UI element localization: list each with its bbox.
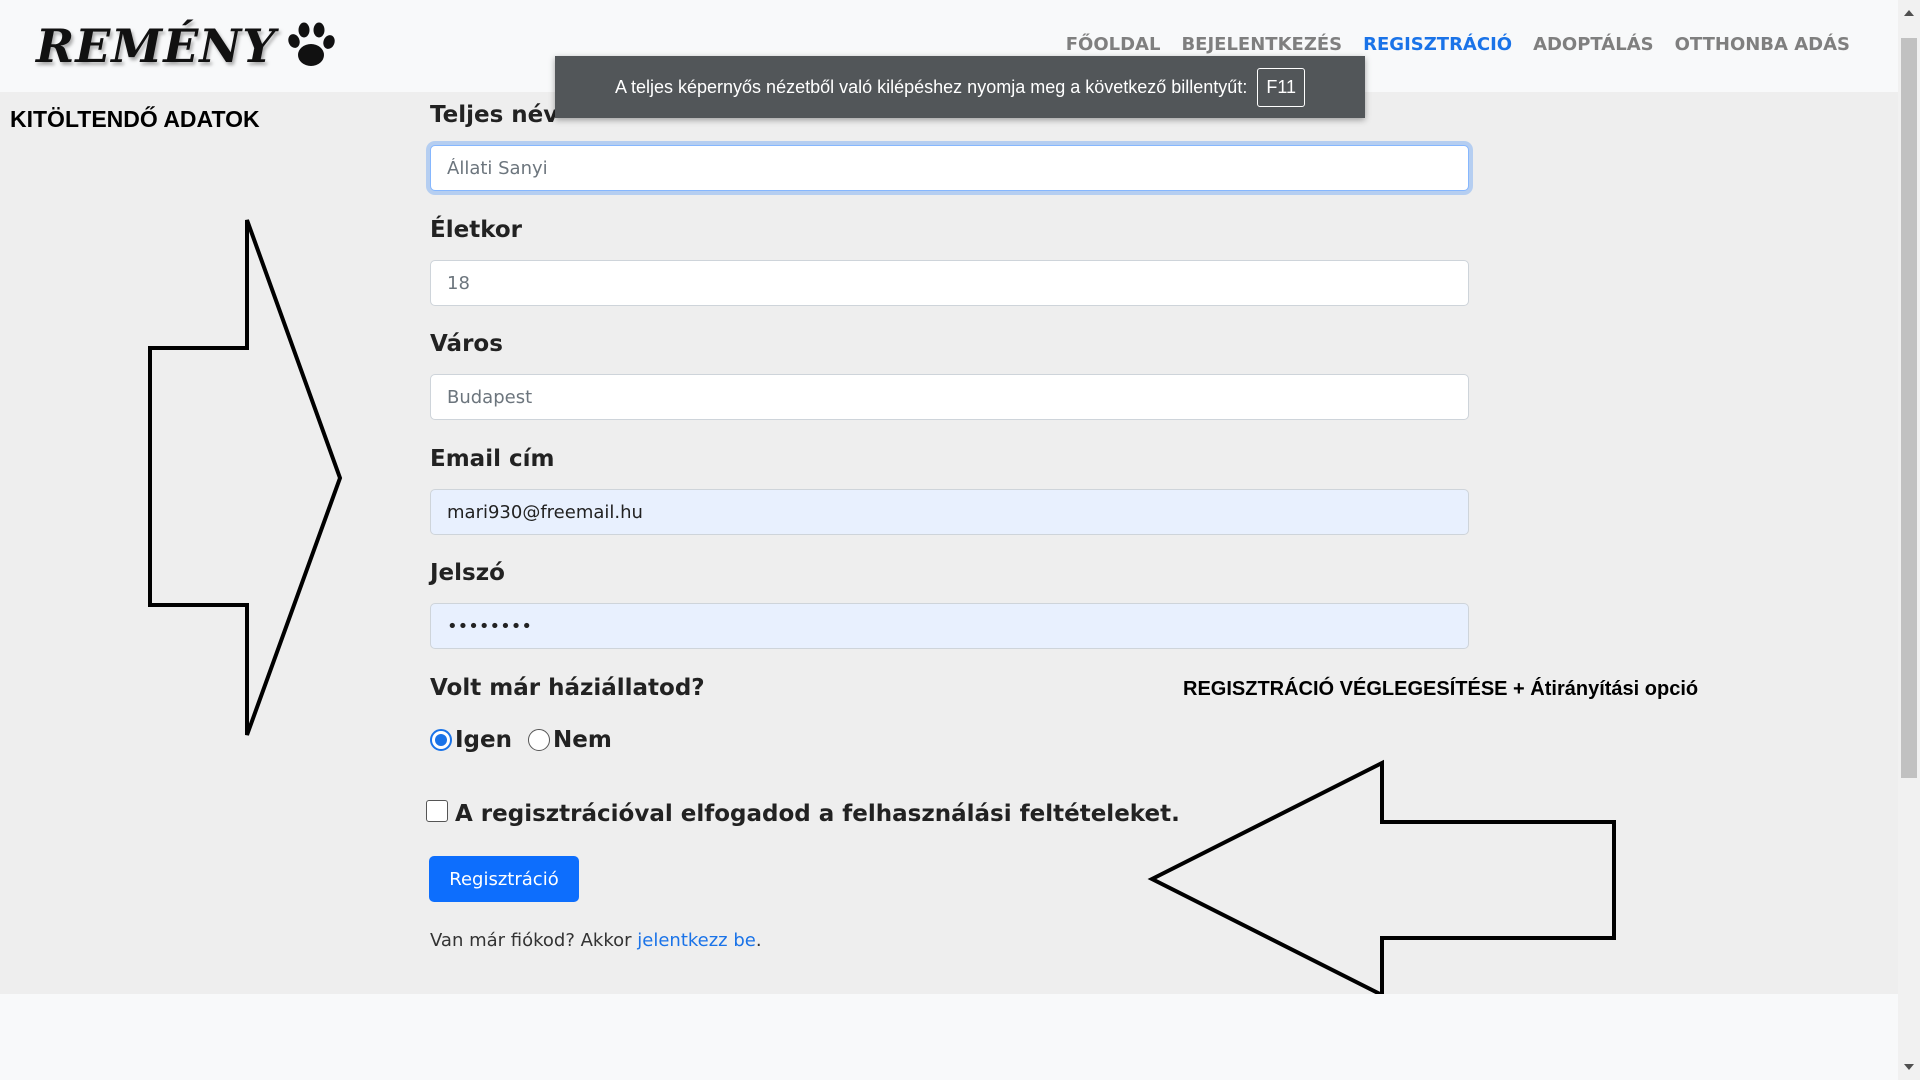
pet-radio-group: Igen Nem (430, 727, 612, 753)
pet-yes-radio[interactable] (430, 729, 452, 751)
scroll-thumb[interactable] (1901, 38, 1917, 778)
toast-message: A teljes képernyős nézetből való kilépés… (614, 76, 1248, 97)
login-suffix: . (755, 930, 762, 951)
fullscreen-toast: A teljes képernyős nézetből való kilépés… (555, 56, 1365, 118)
scrollbar[interactable] (1898, 0, 1920, 1080)
arrow-right-icon (148, 219, 343, 736)
login-link[interactable]: jelentkezz be (637, 930, 756, 951)
age-input[interactable] (430, 260, 1469, 306)
login-prefix: Van már fiókod? Akkor (430, 930, 638, 951)
scroll-up-icon[interactable] (1904, 10, 1914, 16)
toast-key: F11 (1257, 67, 1306, 107)
register-button[interactable]: Regisztráció (429, 856, 579, 902)
pet-yes-label: Igen (455, 727, 512, 753)
login-prompt: Van már fiókod? Akkor jelentkezz be. (430, 930, 762, 951)
pet-no-radio[interactable] (528, 729, 550, 751)
paw-icon (288, 22, 335, 66)
terms-checkbox[interactable] (426, 800, 448, 822)
name-label: Teljes név (430, 102, 559, 128)
pet-question: Volt már háziállatod? (430, 675, 705, 701)
nav-adopt[interactable]: ADOPTÁLÁS (1533, 34, 1654, 55)
terms-label: A regisztrációval elfogadod a felhasznál… (455, 801, 1180, 827)
age-label: Életkor (430, 217, 523, 243)
logo[interactable]: REMÉNY (36, 14, 338, 78)
password-label: Jelszó (430, 560, 505, 586)
city-input[interactable] (430, 374, 1469, 420)
nav-home[interactable]: FŐOLDAL (1066, 34, 1161, 55)
arrow-left-icon (1147, 759, 1616, 999)
email-input[interactable] (430, 489, 1469, 535)
email-label: Email cím (430, 446, 555, 472)
finalize-note: REGISZTRÁCIÓ VÉGLEGESÍTÉSE + Átirányítás… (1183, 678, 1699, 700)
main-nav: FŐOLDAL BEJELENTKEZÉS REGISZTRÁCIÓ ADOPT… (1066, 34, 1850, 55)
scroll-down-icon[interactable] (1904, 1064, 1914, 1070)
city-label: Város (430, 331, 503, 357)
nav-login[interactable]: BEJELENTKEZÉS (1181, 34, 1342, 55)
password-input[interactable] (430, 603, 1469, 649)
pet-no-label: Nem (553, 727, 612, 753)
nav-rehome[interactable]: OTTHONBA ADÁS (1675, 34, 1850, 55)
name-input[interactable] (430, 145, 1469, 191)
nav-register[interactable]: REGISZTRÁCIÓ (1363, 34, 1512, 55)
side-title: KITÖLTENDŐ ADATOK (10, 106, 260, 132)
logo-text: REMÉNY (36, 19, 277, 73)
footer (0, 994, 1898, 1080)
